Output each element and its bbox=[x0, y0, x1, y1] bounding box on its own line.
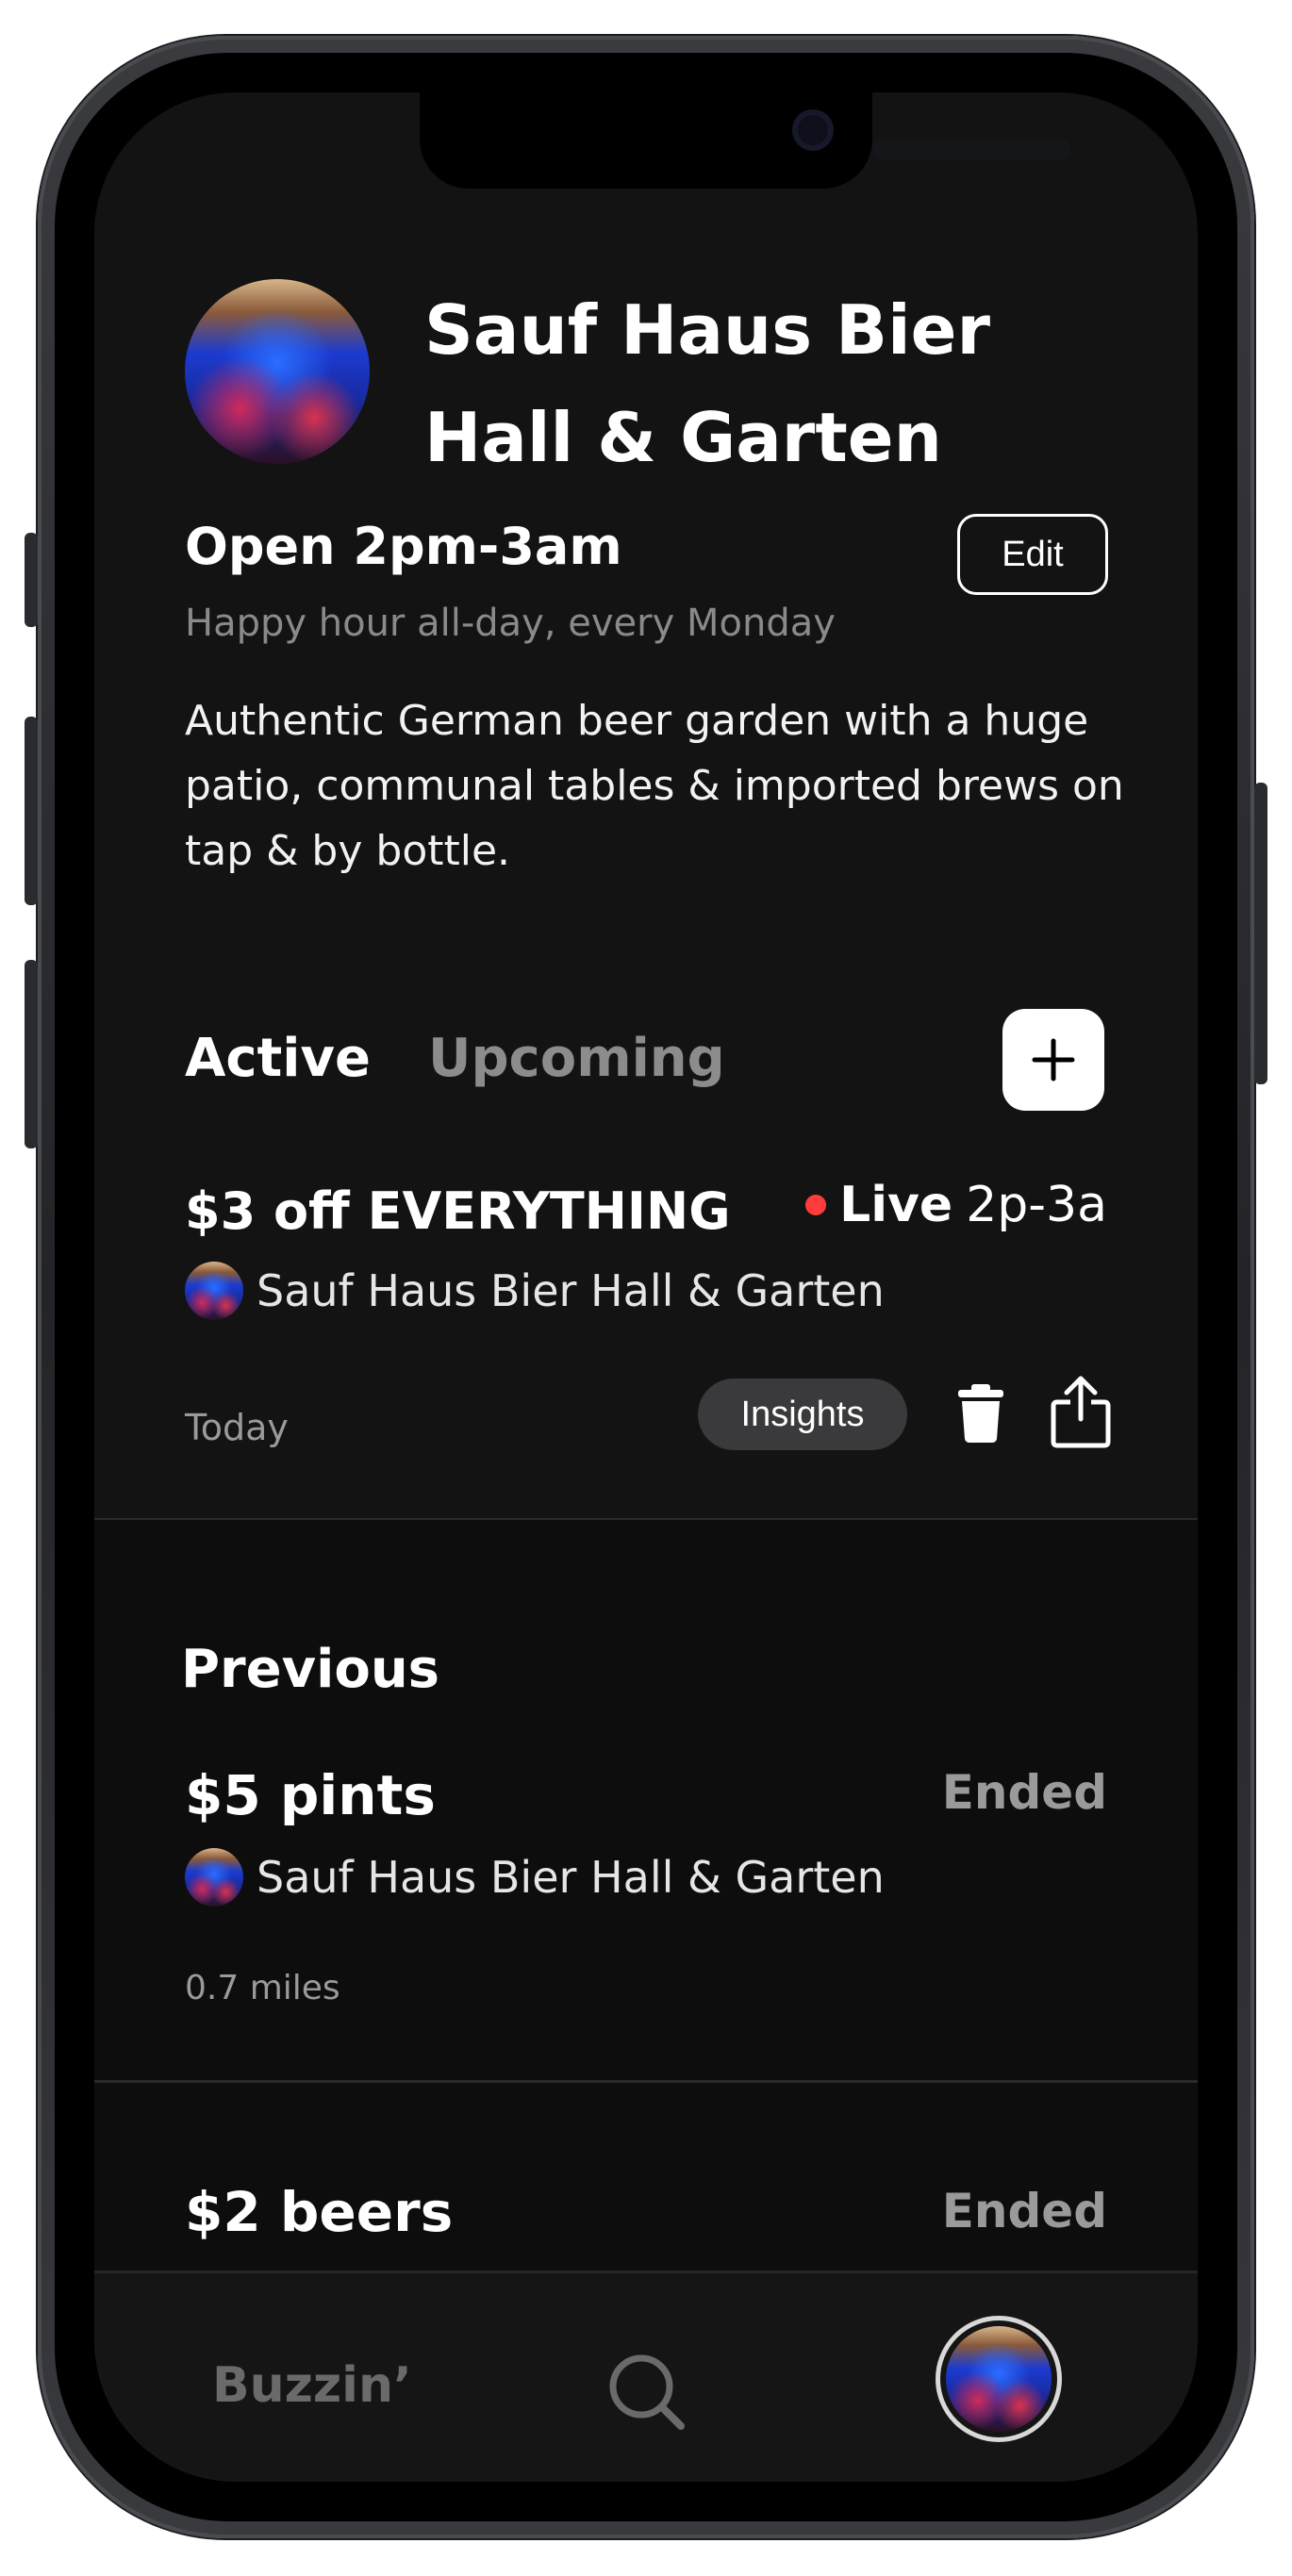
happy-hour-text: Happy hour all-day, every Monday bbox=[185, 602, 836, 645]
deal-live-status: Live 2p-3a bbox=[805, 1177, 1107, 1233]
front-camera bbox=[792, 109, 834, 151]
previous-item-status: Ended bbox=[941, 2184, 1107, 2238]
app-screen: Sauf Haus Bier Hall & Garten Open 2pm-3a… bbox=[94, 92, 1198, 2482]
deal-date: Today bbox=[185, 1407, 289, 1448]
trash-icon bbox=[958, 1384, 1003, 1443]
share-button[interactable] bbox=[1045, 1371, 1117, 1452]
home-indicator bbox=[509, 2453, 783, 2463]
deal-venue-name: Sauf Haus Bier Hall & Garten bbox=[257, 1265, 885, 1316]
share-icon bbox=[1051, 1376, 1111, 1448]
deal-venue: Sauf Haus Bier Hall & Garten bbox=[185, 1262, 885, 1320]
previous-heading: Previous bbox=[181, 1639, 440, 1700]
previous-item-status: Ended bbox=[941, 1765, 1107, 1820]
add-deal-button[interactable] bbox=[1002, 1009, 1104, 1111]
power-button bbox=[1254, 783, 1267, 1084]
delete-button[interactable] bbox=[951, 1377, 1011, 1450]
tab-search[interactable] bbox=[599, 2344, 693, 2438]
previous-item-distance: 0.7 miles bbox=[185, 1969, 340, 2007]
profile-tab[interactable] bbox=[936, 2316, 1062, 2442]
volume-up-button bbox=[25, 717, 38, 905]
venue-mini-avatar bbox=[185, 1262, 243, 1320]
notch bbox=[420, 92, 1070, 189]
venue-mini-avatar bbox=[185, 1848, 243, 1907]
mute-switch bbox=[25, 533, 38, 627]
tab-upcoming[interactable]: Upcoming bbox=[428, 1028, 725, 1089]
earpiece-speaker bbox=[872, 140, 1070, 160]
previous-item-title[interactable]: $5 pints bbox=[185, 1763, 436, 1827]
venue-title: Sauf Haus Bier Hall & Garten bbox=[424, 290, 991, 477]
volume-down-button bbox=[25, 960, 38, 1148]
previous-item-venue-name: Sauf Haus Bier Hall & Garten bbox=[257, 1852, 885, 1903]
live-indicator-dot bbox=[805, 1195, 827, 1215]
previous-item-venue: Sauf Haus Bier Hall & Garten bbox=[185, 1848, 885, 1907]
venue-hours: Open 2pm-3am bbox=[185, 517, 622, 576]
previous-item-title[interactable]: $2 beers bbox=[185, 2180, 453, 2244]
plus-icon bbox=[1032, 1038, 1075, 1082]
venue-avatar[interactable] bbox=[185, 279, 370, 464]
tab-active[interactable]: Active bbox=[185, 1028, 371, 1089]
deal-time-range: 2p-3a bbox=[966, 1177, 1107, 1233]
section-divider bbox=[94, 2080, 1198, 2083]
live-label: Live bbox=[839, 1177, 953, 1233]
insights-button[interactable]: Insights bbox=[698, 1379, 907, 1450]
deal-title[interactable]: $3 off EVERYTHING bbox=[185, 1181, 731, 1241]
tab-buzzin[interactable]: Buzzin’ bbox=[212, 2357, 412, 2414]
search-icon bbox=[609, 2354, 685, 2430]
avatar bbox=[946, 2326, 1052, 2432]
edit-button[interactable]: Edit bbox=[957, 514, 1108, 595]
venue-description: Authentic German beer garden with a huge… bbox=[185, 697, 1124, 875]
